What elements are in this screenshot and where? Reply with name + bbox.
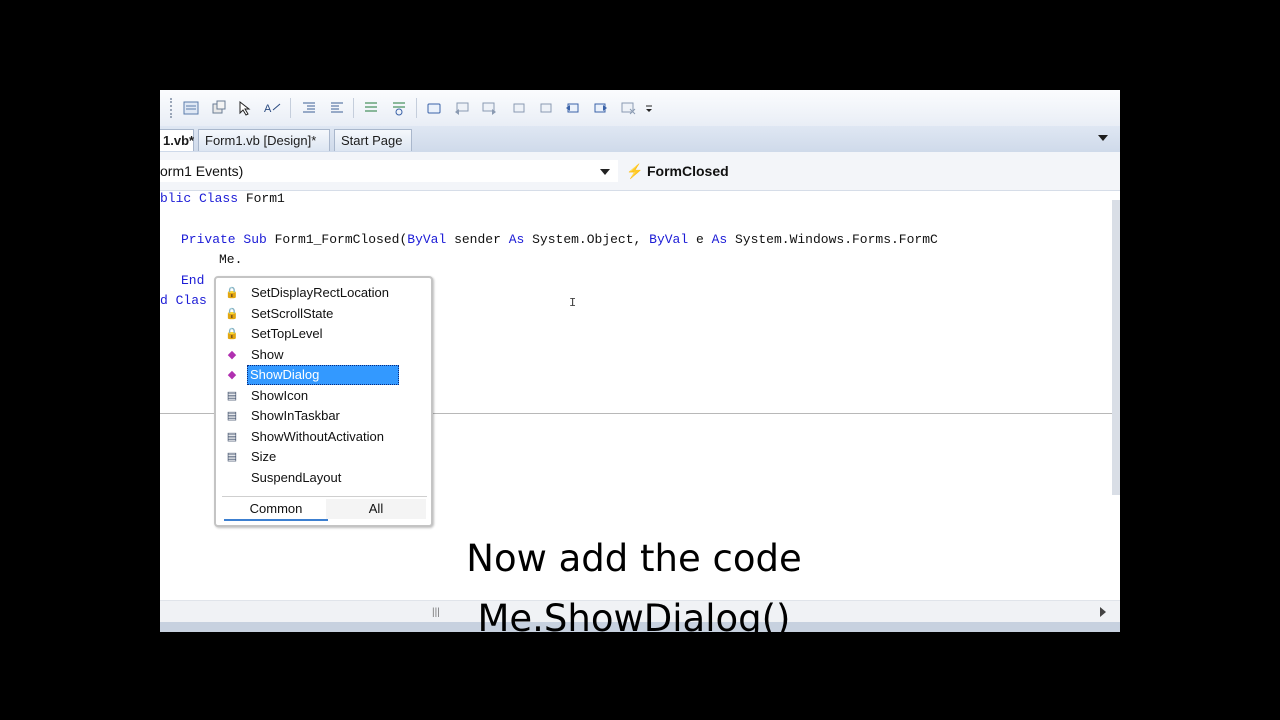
list-item[interactable]: ▤ Size — [222, 447, 427, 468]
previous-bookmark-in-folder-icon[interactable] — [510, 99, 528, 117]
code-line-end-class: d Clas — [160, 293, 207, 308]
method-icon: ◆ — [227, 348, 237, 361]
item-label: ShowIcon — [251, 387, 309, 403]
parameter-info-icon[interactable] — [237, 99, 255, 117]
list-item[interactable]: ▤ ShowWithoutActivation — [222, 427, 427, 448]
comment-icon[interactable] — [362, 99, 380, 117]
toolbar-separator — [416, 98, 417, 118]
item-label: Show — [251, 346, 284, 362]
protected-method-icon: 🔒 — [225, 307, 239, 320]
list-item[interactable]: 🔒 SetTopLevel — [222, 324, 427, 345]
vertical-scrollbar[interactable] — [1112, 200, 1120, 495]
protected-method-icon: 🔒 — [225, 328, 239, 340]
keyword: As — [508, 232, 525, 247]
property-icon: ▤ — [226, 430, 238, 443]
svg-text:A: A — [264, 103, 272, 115]
scroll-right-arrow-icon[interactable] — [1100, 607, 1106, 617]
uncomment-icon[interactable] — [390, 99, 408, 117]
keyword: ByVal — [649, 232, 689, 247]
previous-bookmark-in-document-icon[interactable] — [564, 99, 582, 117]
caption-line-1: Now add the code — [466, 537, 802, 580]
list-item[interactable]: ▤ ShowInTaskbar — [222, 406, 427, 427]
tutorial-caption: Now add the code Me.ShowDialog() — [380, 529, 888, 649]
keyword: blic Class — [160, 191, 239, 206]
method-icon: ◆ — [227, 369, 237, 381]
tab-all[interactable]: All — [326, 499, 426, 519]
method-name-combo[interactable]: ⚡ FormClosed — [622, 160, 1120, 182]
toolbar-overflow-chevron-icon[interactable] — [644, 99, 654, 117]
item-label: Size — [251, 449, 277, 464]
caption-line-2: Me.ShowDialog() — [477, 597, 791, 640]
event-lightning-icon: ⚡ — [626, 163, 644, 179]
identifier: System.Windows.Forms.FormC — [727, 232, 938, 247]
bookmark-icon[interactable] — [425, 99, 443, 117]
list-item[interactable]: 🔒 SetDisplayRectLocation — [222, 283, 427, 304]
class-combo-chevron-down-icon[interactable] — [600, 169, 610, 175]
keyword: As — [711, 232, 728, 247]
code-line-class: blic Class Form1 — [160, 191, 285, 206]
item-label: SuspendLayout — [251, 469, 342, 485]
identifier: Form1 — [238, 191, 285, 206]
identifier: e — [688, 232, 712, 247]
property-icon: ▤ — [226, 410, 238, 422]
indent-icon[interactable] — [328, 99, 346, 117]
item-label: ShowInTaskbar — [251, 408, 340, 423]
list-item[interactable]: 🔒 SetScrollState — [222, 304, 427, 325]
completion-filter-tabs: Common All — [222, 496, 427, 521]
toolbar-grip[interactable] — [170, 98, 175, 118]
active-files-dropdown-icon[interactable] — [1098, 135, 1108, 141]
item-label: SetDisplayRectLocation — [251, 285, 390, 300]
identifier: sender — [446, 232, 509, 247]
tab-form1-vb[interactable]: 1.vb* — [160, 129, 194, 151]
outdent-icon[interactable] — [300, 99, 318, 117]
method-name-label: FormClosed — [647, 163, 729, 179]
member-list-icon[interactable] — [210, 99, 228, 117]
text-editor-toolbar: A — [160, 90, 1120, 126]
identifier: System.Object, — [524, 232, 650, 247]
property-icon: ▤ — [226, 451, 238, 463]
code-line-me: Me. — [219, 252, 243, 267]
class-name-combo[interactable]: orm1 Events) — [160, 160, 618, 182]
item-label: SetTopLevel — [251, 326, 323, 341]
previous-bookmark-icon[interactable] — [453, 99, 471, 117]
toolbar-separator — [353, 98, 354, 118]
code-line-end-sub: End — [181, 273, 205, 288]
method-icon — [224, 471, 240, 486]
list-item[interactable]: ▤ ShowIcon — [222, 386, 427, 407]
list-item[interactable]: SuspendLayout — [222, 468, 427, 489]
document-tab-strip: 1.vb* Form1.vb [Design]* Start Page — [160, 126, 1120, 153]
next-bookmark-in-folder-icon[interactable] — [537, 99, 555, 117]
toolbar-separator — [290, 98, 291, 118]
intellisense-completion-list[interactable]: 🔒 SetDisplayRectLocation 🔒 SetScrollState … — [214, 276, 433, 527]
identifier: Form1_FormClosed( — [266, 232, 408, 247]
clear-bookmarks-icon[interactable] — [619, 99, 637, 117]
property-icon: ▤ — [226, 389, 238, 402]
navigation-bar: orm1 Events) ⚡ FormClosed — [160, 152, 1120, 191]
completion-items: 🔒 SetDisplayRectLocation 🔒 SetScrollState … — [222, 283, 427, 488]
item-label: ShowDialog — [247, 365, 399, 385]
item-label: ShowWithoutActivation — [251, 428, 384, 444]
complete-word-icon[interactable]: A — [264, 99, 282, 117]
protected-method-icon: 🔒 — [225, 287, 239, 299]
list-item-selected[interactable]: ◆ ShowDialog — [222, 365, 427, 386]
keyword: ByVal — [407, 232, 447, 247]
item-label: SetScrollState — [251, 305, 334, 321]
code-line-sub: Private Sub Form1_FormClosed(ByVal sende… — [181, 232, 938, 247]
mouse-ibeam-cursor-icon: I — [569, 296, 577, 310]
tab-form1-design[interactable]: Form1.vb [Design]* — [198, 129, 330, 151]
object-browser-icon[interactable] — [182, 99, 200, 117]
next-bookmark-icon[interactable] — [480, 99, 498, 117]
list-item[interactable]: ◆ Show — [222, 345, 427, 366]
tab-start-page[interactable]: Start Page — [334, 129, 412, 151]
tab-common[interactable]: Common — [224, 499, 328, 521]
next-bookmark-in-document-icon[interactable] — [591, 99, 609, 117]
keyword: Private Sub — [181, 232, 267, 247]
